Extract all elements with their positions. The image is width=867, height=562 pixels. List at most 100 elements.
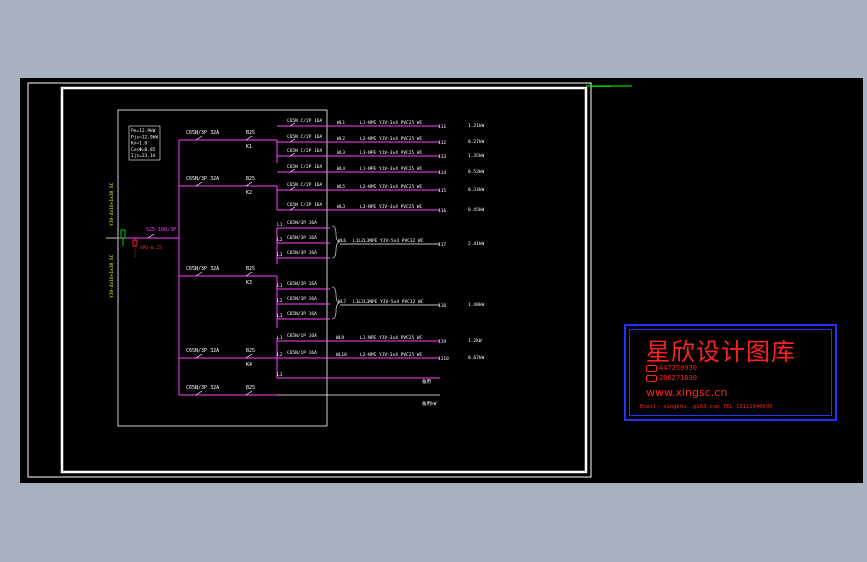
stamp-qq-1: 447250930 [646, 364, 697, 372]
feeder-groups: C65N/3P 32A B25 K1 C65N/3P 32A B25 K2 C65N/3P … [179, 130, 278, 396]
phase-label: L1 [277, 222, 283, 228]
circuit-breaker-label: C65N/3P 16A [287, 250, 317, 256]
circuit-number: 112 [438, 140, 446, 146]
parameter-line: CosΦ=0.85 [131, 147, 156, 153]
circuit-id: WL10 [336, 352, 347, 358]
group-k-label: K2 [246, 190, 252, 196]
circuit-breaker-label: C65N/3P 16A [287, 296, 317, 302]
circuit-breaker-label: C65N C/2P 16A [287, 182, 323, 188]
circuit-kw: 0.33kW [468, 187, 485, 193]
breaker-icon [195, 353, 203, 359]
circuit-id: WL5 [337, 184, 345, 190]
group-k-label: K4 [246, 362, 252, 368]
circuit-kw: 0.45kW [468, 207, 485, 213]
rcd-icon [245, 135, 253, 141]
circuit-cable: L2-NPE YJV-3x4 PVC25 WC [360, 184, 423, 190]
group-breaker-label: C65N/3P 32A [186, 266, 219, 272]
circuit-id: WL6 [338, 238, 346, 244]
circuit-cable: L1-NPE YJV-3x4 PVC25 WC [360, 335, 423, 341]
phase-label: L3 [277, 313, 283, 319]
circuit-id: WL3 [337, 150, 345, 156]
incoming-cable-lower: YJV-4x16+1x10 SC [109, 254, 115, 298]
circuit-number: 114 [438, 170, 446, 176]
circuit-breaker-label: C65N/1P 16A [287, 350, 317, 356]
panel-parameters: Pe=12.9kWPjs=12.9kWKx=1.0CosΦ=0.85Ijs=23… [131, 128, 158, 159]
rcd-icon [245, 390, 253, 396]
stamp-title: 星欣设计图库 [646, 338, 796, 366]
group-breaker-label: C65N/3P 32A [186, 176, 219, 182]
top-tag: ——————— [592, 85, 611, 90]
circuit-kw: 2.41kW [468, 241, 485, 247]
watermark-stamp: 星欣设计图库 447250930 286271830 www.xingsc.cn… [624, 324, 837, 421]
qq-icon [646, 364, 657, 372]
circuit-kw: 1.21kW [468, 123, 485, 129]
phase-label: L2 [277, 237, 283, 243]
qq-icon [646, 374, 657, 382]
circuit-id: WL9 [336, 335, 344, 341]
group-breaker-label: C65N/3P 32A [186, 348, 219, 354]
circuit-number: 113 [438, 154, 446, 160]
circuit-number: 116 [438, 208, 446, 214]
parameter-line: Pjs=12.9kW [131, 134, 158, 140]
circuit-cable: L3-NPE YJV-3x4 PVC25 WC [360, 150, 423, 156]
rcd-icon [245, 271, 253, 277]
circuit-id: WL2 [337, 136, 345, 142]
circuit-breaker-label: C65N/3P 16A [287, 235, 317, 241]
circuit-breaker-label: C65N C/2P 16A [287, 148, 323, 154]
parameter-line: Pe=12.9kW [131, 128, 156, 134]
circuit-cable: L1-NPE YJV-3x4 PVC25 WC [360, 166, 423, 172]
incoming-cable-upper: YJV-4x16+1x10 SC [109, 182, 115, 226]
phase-label: L3 [277, 372, 283, 378]
group-rcd-label: B25 [246, 266, 255, 272]
circuit-id: WL4 [337, 166, 345, 172]
main-switch-icon [147, 233, 155, 239]
group-k-label: K1 [246, 144, 252, 150]
circuit-breaker-label: C65N/1P 16A [287, 333, 317, 339]
group-breaker-label: C65N/3P 32A [186, 130, 219, 136]
circuit-kw: 1.2kW [468, 338, 482, 344]
circuit-id: WL1 [337, 120, 345, 126]
circuit-id: WL7 [338, 299, 346, 305]
breaker-icon [195, 181, 203, 187]
phase-label: L3 [277, 252, 283, 258]
circuit-breaker-label: C65N/3P 16A [287, 220, 317, 226]
drawing-canvas[interactable]: ——————— Pe=12.9kW Pjs=12.9kW Kx=1.0 CosΦ=0.… [20, 78, 863, 483]
circuit-cable: L2-NPE YJV-3x4 PVC25 WC [360, 136, 423, 142]
single-phase-circuits: C65N C/2P 16A WL1 L1-NPE YJV-3x4 PVC25 WC 1… [277, 118, 485, 214]
circuit-number: 119 [438, 339, 446, 345]
circuit-breaker-label: C65N/3P 16A [287, 281, 317, 287]
breaker-icon [195, 390, 203, 396]
stamp-qq-1-text: 447250930 [659, 364, 697, 372]
circuit-number: 1110 [438, 356, 449, 362]
group-rcd-label: B25 [246, 348, 255, 354]
circuit-breaker-label: C65N C/2P 16A [287, 118, 323, 124]
circuit-number: 118 [438, 303, 446, 309]
group-k-label: K3 [246, 280, 252, 286]
circuit-kw: 1.35kW [468, 153, 485, 159]
circuit-cable: L1L2L3NPE YJV-5x4 PVC32 WC [353, 299, 424, 305]
group-rcd-label: B25 [246, 385, 255, 391]
circuit-breaker-label: C65N C/2P 16A [287, 164, 323, 170]
circuit-cable: L1-NPE YJV-3x4 PVC25 WC [360, 120, 423, 126]
circuit-breaker-label: C65N/3P 16A [287, 311, 317, 317]
meter-icon [120, 229, 126, 239]
parameter-line: Kx=1.0 [131, 141, 148, 147]
circuit-number: 115 [438, 188, 446, 194]
circuit-cable: L1L2L3NPE YJV-5x4 PVC32 WC [353, 238, 424, 244]
circuit-breaker-label: C65N C/2P 16A [287, 202, 323, 208]
circuit-kw: 0.27kW [468, 139, 485, 145]
phase-label: L1 [277, 335, 283, 341]
circuit-breaker-label: C65N C/2P 16A [287, 134, 323, 140]
circuit-number: 111 [438, 124, 446, 130]
stamp-url: www.xingsc.cn [646, 386, 728, 399]
spd-label: SPD-0.22 [140, 245, 162, 251]
main-breaker-label: S25-100/3P [146, 227, 176, 233]
schematic-svg: ——————— Pe=12.9kWPjs=12.9kWKx=1.0CosΦ=0.… [27, 82, 632, 478]
group-breaker-label: C65N/3P 32A [186, 385, 219, 391]
phase-label: L2 [277, 298, 283, 304]
circuit-cable: L3-NPE YJV-3x4 PVC25 WC [360, 204, 423, 210]
rcd-icon [245, 181, 253, 187]
breaker-icon [195, 135, 203, 141]
circuit-id: WL3 [337, 204, 345, 210]
spare-label-1: 备用 [422, 378, 431, 385]
